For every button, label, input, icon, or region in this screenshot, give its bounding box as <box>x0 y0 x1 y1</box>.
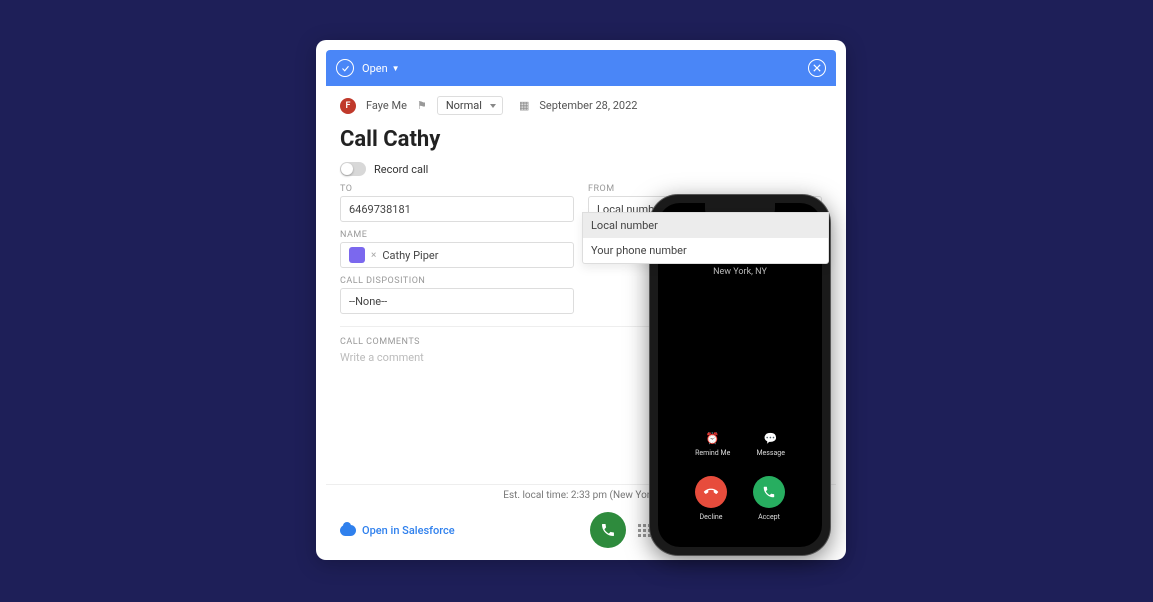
message-button[interactable]: 💬 Message <box>756 431 785 457</box>
message-icon: 💬 <box>764 431 778 445</box>
open-in-salesforce[interactable]: Open in Salesforce <box>340 524 455 537</box>
salesforce-label: Open in Salesforce <box>362 524 455 537</box>
contact-icon <box>349 247 365 263</box>
accept-circle <box>753 476 785 508</box>
to-value: 6469738181 <box>349 203 411 216</box>
meta-row: F Faye Me ⚑ Normal ▦ September 28, 2022 <box>326 86 836 121</box>
disposition-label: CALL DISPOSITION <box>340 276 574 286</box>
priority-select[interactable]: Normal <box>437 96 503 115</box>
status-dropdown[interactable]: Open ▼ <box>362 62 400 75</box>
flag-icon[interactable]: ⚑ <box>417 99 427 112</box>
incoming-location: New York, NY <box>713 267 767 277</box>
owner-avatar[interactable]: F <box>340 98 356 114</box>
record-toggle-row: Record call <box>326 160 836 184</box>
decline-circle <box>695 476 727 508</box>
task-title: Call Cathy <box>326 121 836 160</box>
remind-label: Remind Me <box>695 449 730 457</box>
name-field: NAME × Cathy Piper <box>340 230 574 268</box>
priority-value: Normal <box>446 99 482 112</box>
from-dropdown: Local number Your phone number <box>582 212 829 264</box>
remind-me-button[interactable]: ⏰ Remind Me <box>695 431 730 457</box>
footer-center <box>590 512 651 548</box>
call-button[interactable] <box>590 512 626 548</box>
salesforce-icon <box>340 525 356 536</box>
close-button[interactable] <box>808 59 826 77</box>
owner-name: Faye Me <box>366 99 407 112</box>
chevron-down-icon: ▼ <box>392 64 400 73</box>
remove-contact-icon[interactable]: × <box>371 250 376 261</box>
status-label: Open <box>362 62 388 75</box>
decline-button[interactable]: Decline <box>695 476 727 521</box>
to-label: TO <box>340 184 574 194</box>
disposition-select[interactable]: --None-- <box>340 288 574 314</box>
header-left: Open ▼ <box>336 59 400 77</box>
name-input[interactable]: × Cathy Piper <box>340 242 574 268</box>
decline-label: Decline <box>700 513 723 521</box>
from-label: FROM <box>588 184 822 194</box>
check-circle-icon[interactable] <box>336 59 354 77</box>
avatar-letter: F <box>346 101 351 111</box>
from-option[interactable]: Local number <box>583 213 828 238</box>
to-input[interactable]: 6469738181 <box>340 196 574 222</box>
alarm-icon: ⏰ <box>706 431 720 445</box>
message-label: Message <box>756 449 785 457</box>
name-value: Cathy Piper <box>382 249 438 262</box>
phone-action-row-big: Decline Accept <box>658 476 822 521</box>
comments-label: CALL COMMENTS <box>340 337 420 347</box>
to-field: TO 6469738181 <box>340 184 574 222</box>
disposition-field: CALL DISPOSITION --None-- <box>340 276 574 314</box>
from-option[interactable]: Your phone number <box>583 238 828 263</box>
phone-action-row-small: ⏰ Remind Me 💬 Message <box>658 431 822 457</box>
record-toggle-label: Record call <box>374 163 428 176</box>
due-date: September 28, 2022 <box>539 99 637 112</box>
card-header: Open ▼ <box>326 50 836 86</box>
accept-button[interactable]: Accept <box>753 476 785 521</box>
accept-label: Accept <box>758 513 780 521</box>
disposition-value: --None-- <box>349 295 387 308</box>
calendar-icon[interactable]: ▦ <box>519 99 529 112</box>
name-label: NAME <box>340 230 574 240</box>
record-toggle[interactable] <box>340 162 366 176</box>
